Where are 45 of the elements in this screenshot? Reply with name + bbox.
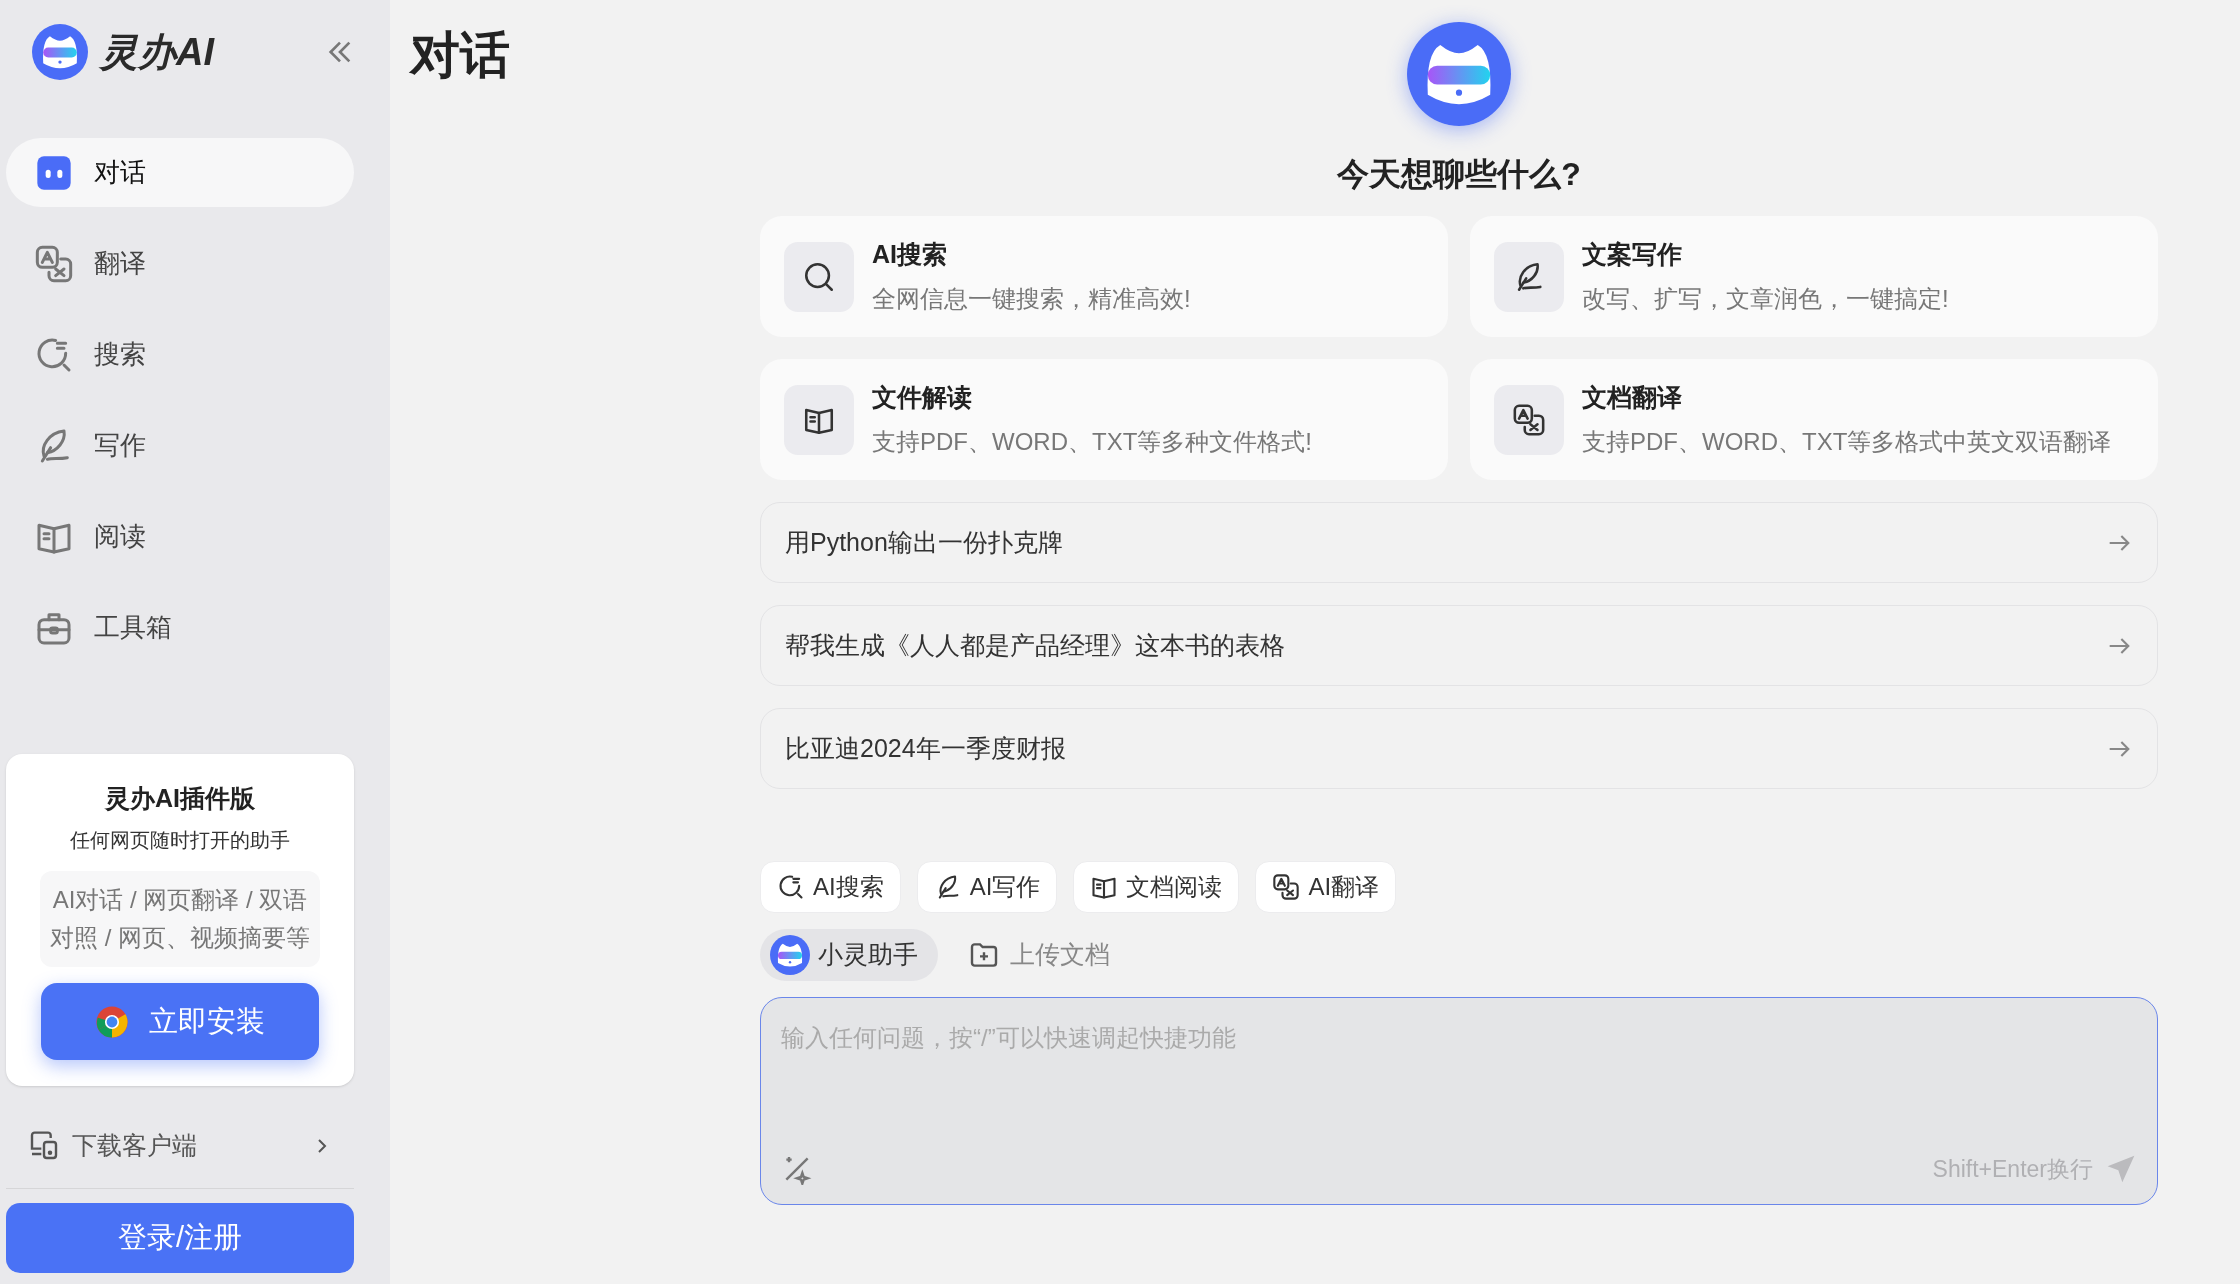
card-description: 全网信息一键搜索，精准高效! — [872, 284, 1191, 315]
card-title: 文档翻译 — [1582, 381, 1683, 413]
nav-item[interactable]: 搜索 — [6, 320, 354, 389]
greeting: 今天想聊些什么? — [1337, 155, 1581, 194]
nav-item[interactable]: 阅读 — [6, 502, 354, 571]
suggestion-row[interactable]: 帮我生成《人人都是产品经理》这本书的表格 — [760, 605, 2158, 686]
nav-item[interactable]: 翻译 — [6, 229, 354, 298]
search-icon — [777, 873, 805, 901]
nav-item[interactable]: 对话 — [6, 138, 354, 207]
translate-icon — [1512, 402, 1546, 437]
plugin-features: AI对话 / 网页翻译 / 双语对照 / 网页、视频摘要等 — [40, 871, 320, 967]
translate-icon — [34, 243, 74, 284]
brand-name: 灵办AI — [100, 29, 214, 75]
assistant-logo-icon — [1407, 22, 1511, 126]
nav-item[interactable]: 工具箱 — [6, 593, 354, 662]
nav-item[interactable]: 写作 — [6, 411, 354, 480]
tool-chip[interactable]: AI翻译 — [1255, 861, 1397, 913]
browser-icon — [95, 1004, 129, 1039]
card-description: 支持PDF、WORD、TXT等多种文件格式! — [872, 427, 1312, 458]
card-title: 文件解读 — [872, 381, 973, 413]
tool-chip[interactable]: 文档阅读 — [1073, 861, 1240, 913]
login-button[interactable]: 登录/注册 — [6, 1203, 354, 1273]
feature-card[interactable]: 文档翻译 支持PDF、WORD、TXT等多格式中英文双语翻译 — [1470, 359, 2158, 480]
plugin-title: 灵办AI插件版 — [105, 782, 255, 814]
page-title: 对话 — [410, 26, 511, 85]
card-description: 改写、扩写，文章润色，一键搞定! — [1582, 284, 1949, 315]
suggestion-row[interactable]: 比亚迪2024年一季度财报 — [760, 708, 2158, 789]
devices-icon — [28, 1130, 60, 1162]
tool-chip[interactable]: AI写作 — [916, 861, 1058, 913]
download-link[interactable]: 下载客户端 — [6, 1116, 354, 1176]
suggestion-row[interactable]: 用Python输出一份扑克牌 — [760, 502, 2158, 583]
plugin-subtitle: 任何网页随时打开的助手 — [70, 828, 290, 853]
feature-card[interactable]: 文案写作 改写、扩写，文章润色，一键搞定! — [1470, 216, 2158, 337]
install-button[interactable]: 立即安装 — [41, 983, 319, 1060]
tool-chip[interactable]: AI搜索 — [760, 861, 901, 913]
translate-icon — [1272, 873, 1301, 901]
logo-icon — [32, 24, 88, 80]
feature-card[interactable]: AI搜索 全网信息一键搜索，精准高效! — [760, 216, 1448, 337]
card-title: 文案写作 — [1582, 238, 1683, 270]
feature-card[interactable]: 文件解读 支持PDF、WORD、TXT等多种文件格式! — [760, 359, 1448, 480]
assistant-chip[interactable]: 小灵助手 — [760, 929, 938, 981]
card-description: 支持PDF、WORD、TXT等多格式中英文双语翻译 — [1582, 427, 2112, 458]
card-title: AI搜索 — [872, 238, 948, 270]
assistant-avatar-icon — [770, 935, 810, 975]
message-input[interactable]: 输入任何问题，按“/”可以快速调起快捷功能 — [781, 1020, 2137, 1152]
